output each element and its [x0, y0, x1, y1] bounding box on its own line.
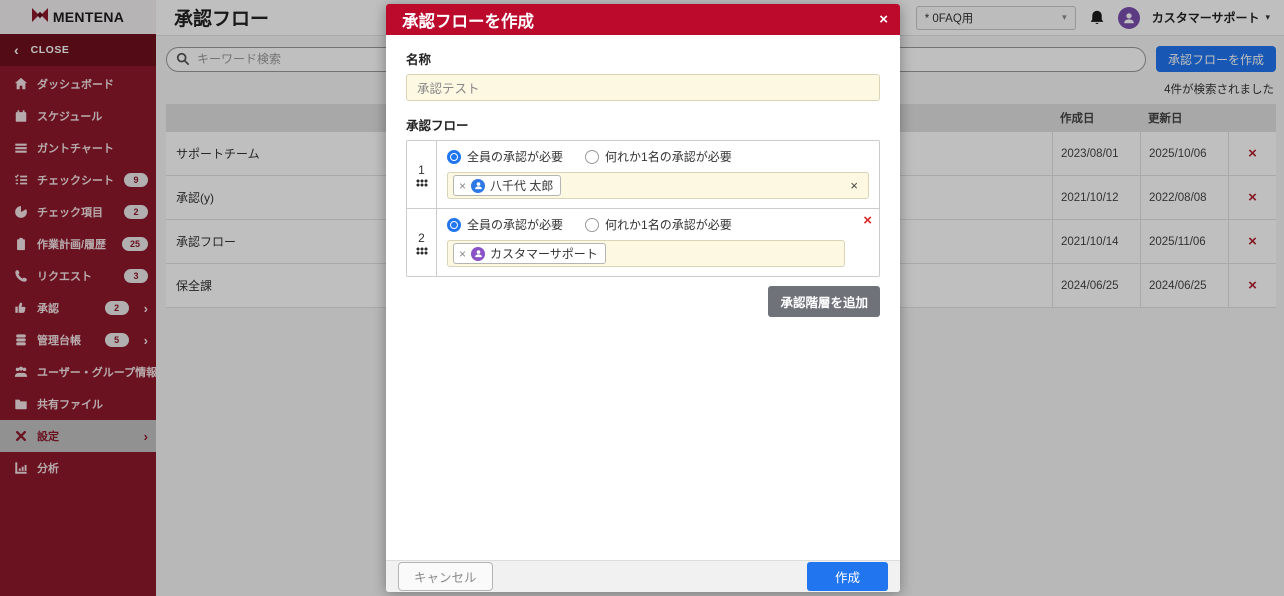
radio-any-approval[interactable]: 何れか1名の承認が必要 [585, 216, 732, 233]
radio-all-approval[interactable]: 全員の承認が必要 [447, 216, 563, 233]
radio-checked-icon[interactable] [447, 149, 461, 164]
tier-number: 2 [418, 230, 425, 245]
member-name: カスタマーサポート [490, 247, 598, 261]
remove-member-icon[interactable]: × [459, 179, 466, 193]
drag-dots-icon [415, 246, 428, 255]
create-button[interactable]: 作成 [806, 562, 888, 591]
member-avatar [471, 178, 486, 193]
delete-tier-button[interactable]: × [863, 212, 872, 229]
drag-handle[interactable]: 2 [407, 209, 437, 276]
member-chip: × カスタマーサポート [453, 243, 606, 264]
radio-any-approval[interactable]: 何れか1名の承認が必要 [585, 148, 732, 165]
modal-header: 承認フローを作成 × [386, 4, 900, 35]
tier-content: 全員の承認が必要 何れか1名の承認が必要 × 八千代 太郎 × [437, 141, 879, 208]
radio-unchecked-icon[interactable] [585, 217, 600, 232]
member-select-field[interactable]: × 八千代 太郎 × [447, 172, 869, 199]
member-name: 八千代 太郎 [490, 179, 554, 193]
modal-footer: キャンセル 作成 [386, 560, 900, 592]
add-tier-button[interactable]: 承認階層を追加 [768, 286, 880, 317]
modal-body: 名称 承認フロー 1 全員の承認が必要 [386, 35, 900, 560]
approval-tier-1: 1 全員の承認が必要 何れか1名の承認が必要 × 八千代 太郎 × [407, 141, 879, 208]
modal-title: 承認フローを作成 [402, 12, 534, 31]
radio-checked-icon[interactable] [447, 217, 461, 232]
drag-handle[interactable]: 1 [407, 141, 437, 208]
flow-name-input[interactable] [406, 74, 880, 101]
member-select-field[interactable]: × カスタマーサポート [447, 240, 845, 267]
create-approval-flow-modal: 承認フローを作成 × 名称 承認フロー 1 全員の承認が必要 [386, 4, 900, 592]
drag-dots-icon [415, 178, 428, 187]
radio-unchecked-icon[interactable] [585, 149, 600, 164]
member-avatar [471, 246, 486, 261]
approval-tier-2: 2 × 全員の承認が必要 何れか1名の承認が必要 × カスタマーサポート [407, 208, 879, 276]
cancel-button[interactable]: キャンセル [398, 562, 493, 591]
member-chip: × 八千代 太郎 [453, 175, 562, 196]
radio-all-approval[interactable]: 全員の承認が必要 [447, 148, 563, 165]
tier-content: × 全員の承認が必要 何れか1名の承認が必要 × カスタマーサポート [437, 209, 879, 276]
radio-group: 全員の承認が必要 何れか1名の承認が必要 [447, 148, 869, 165]
close-icon[interactable]: × [879, 12, 888, 27]
name-label: 名称 [406, 53, 432, 67]
tier-number: 1 [418, 162, 425, 177]
approval-tiers: 1 全員の承認が必要 何れか1名の承認が必要 × 八千代 太郎 × 2 × 全員… [406, 140, 880, 277]
flow-label: 承認フロー [406, 119, 469, 133]
radio-group: 全員の承認が必要 何れか1名の承認が必要 [447, 216, 869, 233]
remove-member-icon[interactable]: × [459, 247, 466, 261]
clear-field-icon[interactable]: × [850, 178, 858, 193]
